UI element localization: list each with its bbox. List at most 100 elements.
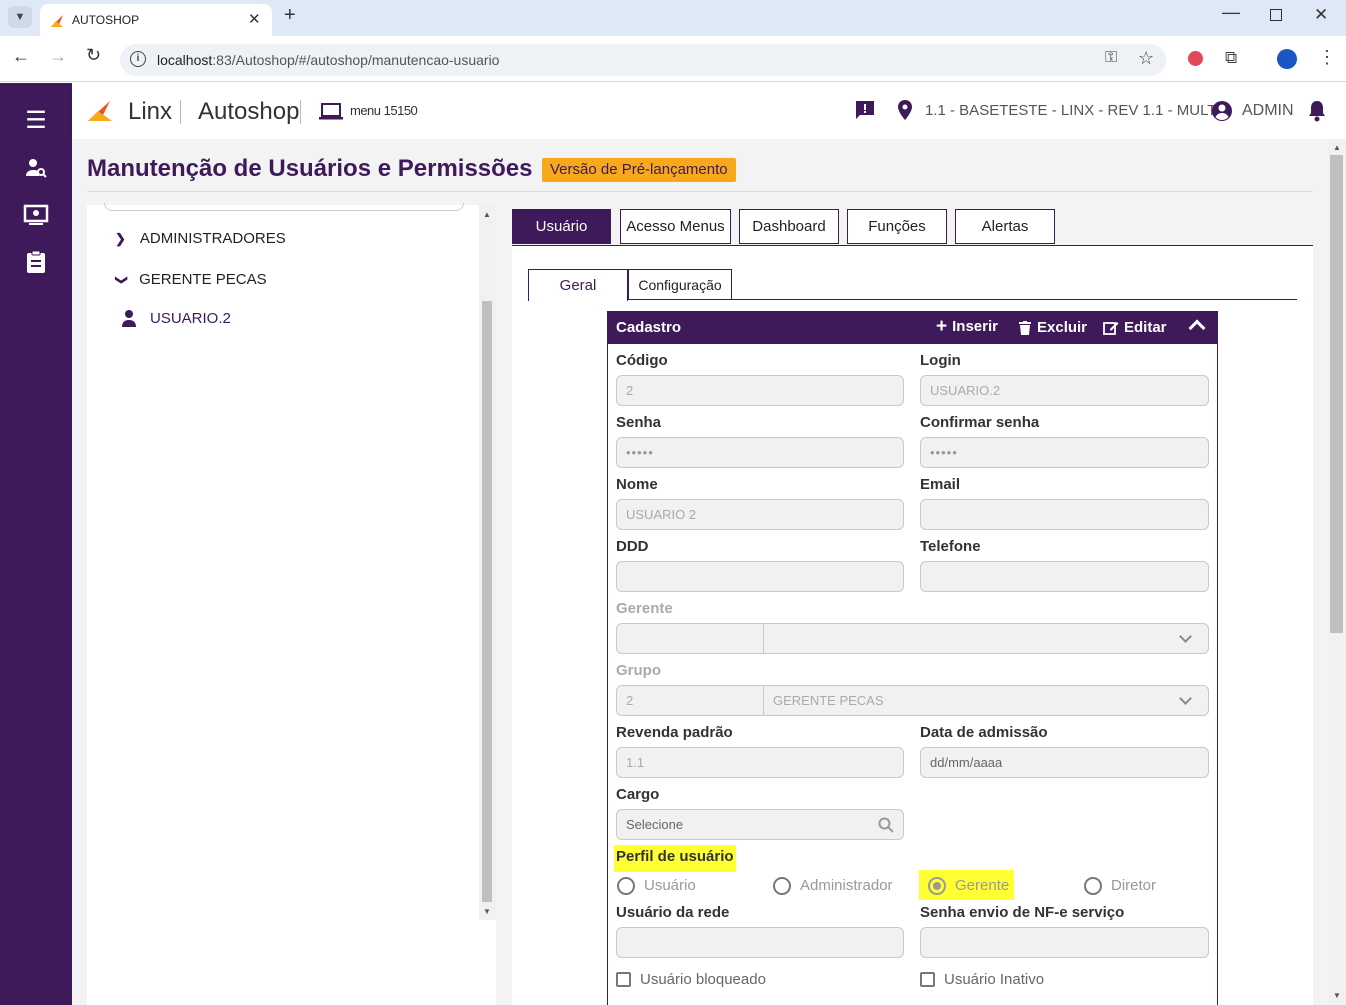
tab-alertas[interactable]: Alertas [955, 209, 1055, 244]
page-scroll-up-icon[interactable]: ▲ [1333, 143, 1341, 152]
radio-diretor-circle[interactable] [1084, 877, 1102, 895]
subtab-configuracao[interactable]: Configuração [628, 269, 732, 300]
radio-usuario-circle[interactable] [617, 877, 635, 895]
scroll-down-arrow-icon[interactable]: ▼ [483, 907, 491, 916]
radio-administrador-label: Administrador [800, 877, 893, 894]
tab-close-icon[interactable]: ✕ [248, 10, 261, 28]
location-pin-icon[interactable] [897, 99, 913, 121]
revenda-field[interactable]: 1.1 [616, 747, 904, 778]
cargo-label: Cargo [616, 786, 660, 803]
page-scrollbar[interactable]: ▲ ▼ [1328, 139, 1346, 1005]
tree-scroll-thumb[interactable] [482, 301, 492, 902]
telefone-field[interactable] [920, 561, 1209, 592]
new-tab-icon[interactable]: + [284, 4, 296, 27]
tab-search-chevron-icon[interactable]: ▼ [8, 6, 32, 28]
cargo-field[interactable]: Selecione [616, 809, 904, 840]
reload-icon[interactable]: ↻ [86, 45, 101, 66]
back-icon[interactable]: ← [12, 46, 30, 67]
nome-label: Nome [616, 476, 658, 493]
chevron-right-icon: ❯ [115, 230, 126, 246]
url-bar[interactable]: i localhost:83/Autoshop/#/autoshop/manut… [120, 44, 1166, 76]
subtab-geral[interactable]: Geral [528, 269, 628, 301]
page-scroll-down-icon[interactable]: ▼ [1333, 991, 1341, 1000]
cadastro-card-header: Cadastro + Inserir Excluir Editar [607, 311, 1218, 344]
tab-acesso-menus[interactable]: Acesso Menus [620, 209, 731, 244]
tree-item-usuario2[interactable]: USUARIO.2 [121, 309, 231, 327]
site-info-icon[interactable]: i [130, 51, 146, 67]
close-window-icon[interactable]: ✕ [1314, 5, 1328, 25]
grupo-select[interactable]: GERENTE PECAS [763, 685, 1209, 716]
senha-nfe-label: Senha envio de NF-e serviço [920, 904, 1125, 921]
extensions-puzzle-icon[interactable]: ⧉ [1225, 48, 1237, 68]
codigo-field[interactable]: 2 [616, 375, 904, 406]
autoshop-favicon-icon [51, 15, 63, 27]
feedback-icon[interactable] [854, 99, 876, 121]
tab-usuario[interactable]: Usuário [512, 209, 611, 244]
insert-button[interactable]: + Inserir [936, 317, 998, 336]
monitor-icon[interactable] [20, 199, 52, 231]
bloqueado-label: Usuário bloqueado [640, 971, 766, 988]
tab-dashboard[interactable]: Dashboard [739, 209, 839, 244]
url-path: :83/Autoshop/#/autoshop/manutencao-usuar… [212, 52, 500, 68]
senha-label: Senha [616, 414, 662, 431]
inativo-checkbox-box[interactable] [920, 972, 935, 987]
admissao-field[interactable]: dd/mm/aaaa [920, 747, 1209, 778]
trash-icon [1019, 320, 1031, 335]
gerente-code-field[interactable] [616, 623, 764, 654]
email-field[interactable] [920, 499, 1209, 530]
gerente-label: Gerente [616, 600, 673, 617]
laptop-icon [319, 103, 343, 120]
scroll-up-arrow-icon[interactable]: ▲ [483, 210, 491, 219]
chevron-down-icon [1179, 692, 1192, 705]
codigo-label: Código [616, 352, 668, 369]
hamburger-menu-icon[interactable]: ☰ [20, 104, 52, 136]
company-selector[interactable]: 1.1 - BASETESTE - LINX - REV 1.1 - MULT [925, 102, 1216, 119]
forward-icon[interactable]: → [49, 46, 67, 67]
collapse-chevron-icon[interactable] [1188, 319, 1206, 337]
notifications-bell-icon[interactable] [1308, 100, 1326, 122]
grupo-code-field[interactable]: 2 [616, 685, 764, 716]
edit-button[interactable]: Editar [1103, 319, 1167, 336]
senha-nfe-field[interactable] [920, 927, 1209, 958]
usuario-rede-field[interactable] [616, 927, 904, 958]
radio-gerente-circle[interactable] [928, 877, 946, 895]
maximize-icon[interactable] [1270, 9, 1282, 21]
tree-item-administradores[interactable]: ❯ ADMINISTRADORES [115, 230, 286, 247]
minimize-icon[interactable]: — [1222, 2, 1240, 23]
profile-icon[interactable] [1277, 49, 1297, 69]
delete-button[interactable]: Excluir [1019, 319, 1087, 336]
ddd-field[interactable] [616, 561, 904, 592]
admissao-label: Data de admissão [920, 724, 1048, 741]
tree-item-label: ADMINISTRADORES [139, 230, 286, 247]
bloqueado-checkbox-box[interactable] [616, 972, 631, 987]
login-field[interactable]: USUARIO.2 [920, 375, 1209, 406]
browser-tab[interactable]: AUTOSHOP ✕ [40, 4, 272, 36]
password-key-icon[interactable]: ⚿ [1105, 49, 1117, 67]
cargo-placeholder: Selecione [626, 817, 684, 832]
tab-funcoes[interactable]: Funções [847, 209, 947, 244]
page-scroll-thumb[interactable] [1330, 155, 1343, 633]
radio-diretor-label: Diretor [1111, 877, 1157, 894]
gerente-select[interactable] [763, 623, 1209, 654]
bookmark-star-icon[interactable]: ☆ [1138, 48, 1154, 69]
browser-menu-icon[interactable]: ⋮ [1318, 47, 1336, 68]
tree-item-gerente-pecas[interactable]: ❯ GERENTE PECAS [115, 271, 267, 288]
linx-logo-icon [88, 101, 112, 121]
radio-administrador-circle[interactable] [773, 877, 791, 895]
edit-label: Editar [1124, 319, 1167, 336]
header-divider-2 [300, 100, 301, 124]
clipboard-icon[interactable] [20, 246, 52, 278]
user-search-icon[interactable] [20, 152, 52, 184]
user-name[interactable]: ADMIN [1242, 102, 1294, 120]
nome-field[interactable]: USUARIO 2 [616, 499, 904, 530]
user-account-icon[interactable] [1211, 100, 1233, 122]
grupo-selected-value: GERENTE PECAS [773, 693, 884, 708]
extension-red-icon[interactable] [1188, 51, 1203, 66]
tree-scrollbar[interactable]: ▲ ▼ [479, 205, 496, 920]
header-divider [180, 100, 181, 124]
perfil-label: Perfil de usuário [614, 845, 736, 872]
senha-field[interactable]: ••••• [616, 437, 904, 468]
search-icon[interactable] [878, 817, 894, 833]
confirmar-senha-field[interactable]: ••••• [920, 437, 1209, 468]
radio-gerente-dot [933, 882, 941, 890]
